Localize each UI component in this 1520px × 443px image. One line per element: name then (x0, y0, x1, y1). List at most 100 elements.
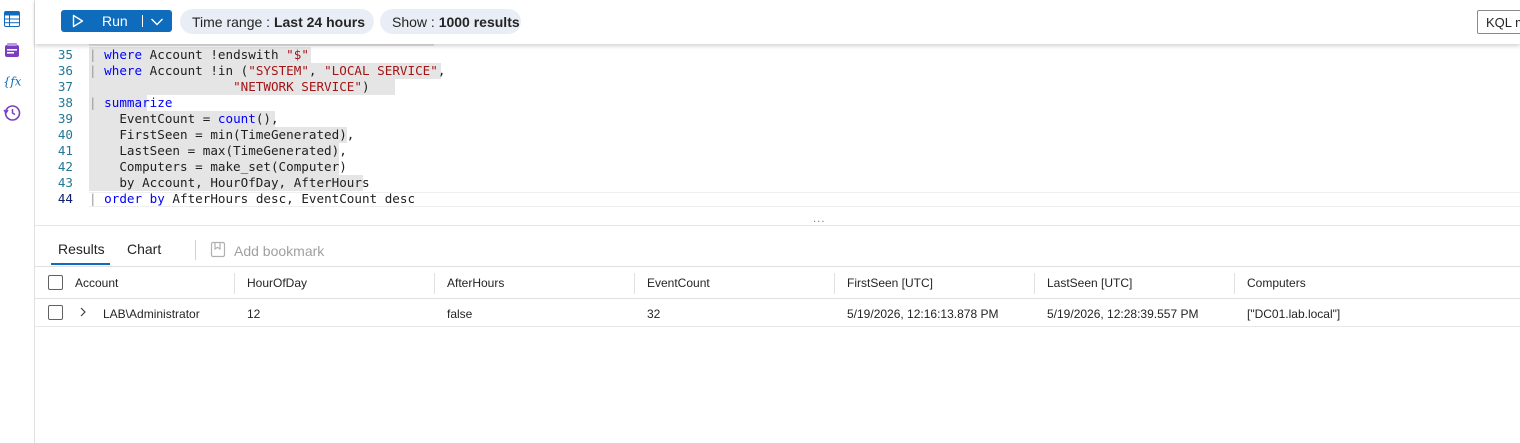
line-number: 37 (57, 79, 73, 94)
column-divider[interactable] (1034, 273, 1035, 294)
show-value: 1000 results (438, 13, 520, 30)
tab-chart[interactable]: Chart (127, 241, 161, 257)
line-number: 44 (57, 191, 73, 206)
add-bookmark-button[interactable]: Add bookmark (210, 241, 324, 261)
language-selector[interactable]: KQL m (1477, 10, 1520, 34)
bookmark-icon (210, 241, 226, 261)
code-text: Computers = make_set(Computer) (89, 159, 347, 175)
select-all-checkbox[interactable] (48, 275, 63, 290)
column-divider[interactable] (634, 273, 635, 294)
query-toolbar: Run Time range : Last 24 hours Show : 10… (35, 0, 1520, 44)
code-token: (), (255, 111, 279, 126)
run-button[interactable]: Run (61, 10, 172, 32)
show-label: Show : (392, 13, 435, 30)
code-token: ) (361, 79, 370, 94)
column-header-lastseen[interactable]: LastSeen [UTC] (1047, 276, 1132, 290)
line-number: 40 (57, 127, 73, 142)
column-header-hourofday[interactable]: HourOfDay (247, 276, 307, 290)
query-editor[interactable]: 35 | where Account !endswith "$" 36 | where… (35, 44, 1520, 222)
code-token: order by (104, 191, 173, 206)
cell-firstseen: 5/19/2026, 12:16:13.878 PM (847, 307, 999, 321)
editor-top-line-fragment (89, 44, 434, 46)
table-row[interactable]: LAB\Administrator 12 false 32 5/19/2026,… (35, 299, 1520, 327)
history-icon[interactable] (3, 104, 21, 122)
code-line[interactable]: 43 by Account, HourOfDay, AfterHours (35, 175, 1520, 191)
code-line[interactable]: 42 Computers = make_set(Computer) (35, 159, 1520, 175)
line-number: 36 (57, 63, 73, 78)
column-header-computers[interactable]: Computers (1247, 276, 1306, 290)
code-token: "LOCAL SERVICE" (324, 63, 438, 78)
code-line[interactable]: 35 | where Account !endswith "$" (35, 47, 1520, 63)
column-header-account[interactable]: Account (75, 276, 118, 290)
grid-header: Account HourOfDay AfterHours EventCount … (35, 266, 1520, 299)
code-token: Account !in ( (149, 63, 249, 78)
tab-results[interactable]: Results (58, 241, 105, 257)
line-number: 39 (57, 111, 73, 126)
code-token: Account !endswith (149, 47, 287, 62)
column-header-afterhours[interactable]: AfterHours (447, 276, 504, 290)
code-token: AfterHours desc, EventCount desc (172, 191, 416, 206)
code-token: | (89, 47, 105, 62)
pane-splitter[interactable] (35, 225, 1520, 228)
chevron-down-icon[interactable] (150, 15, 164, 31)
code-token: EventCount = (89, 111, 218, 126)
code-text: by Account, HourOfDay, AfterHours (89, 175, 369, 191)
column-divider[interactable] (234, 273, 235, 294)
code-token: summarize (104, 95, 173, 110)
cell-lastseen: 5/19/2026, 12:28:39.557 PM (1047, 307, 1199, 321)
code-text: EventCount = count(), (89, 111, 279, 127)
code-text: | where Account !in ("SYSTEM", "LOCAL SE… (89, 63, 445, 79)
code-token: where (104, 63, 150, 78)
column-divider[interactable] (834, 273, 835, 294)
code-text: LastSeen = max(TimeGenerated), (89, 143, 347, 159)
line-number: 38 (57, 95, 73, 110)
functions-icon[interactable]: {fx} (3, 72, 21, 90)
code-line[interactable]: 38 | summarize (35, 95, 1520, 111)
column-header-firstseen[interactable]: FirstSeen [UTC] (847, 276, 933, 290)
column-divider[interactable] (434, 273, 435, 294)
tab-results-underline (51, 263, 110, 265)
cell-hourofday: 12 (247, 307, 261, 321)
code-text: | where Account !endswith "$" (89, 47, 309, 63)
queries-icon[interactable] (3, 41, 21, 59)
code-token: Computers = make_set(Computer) (89, 159, 347, 174)
code-text: "NETWORK SERVICE") (89, 79, 370, 95)
code-text: | order by AfterHours desc, EventCount d… (89, 191, 415, 207)
left-rail: {fx} (0, 0, 35, 443)
run-button-label: Run (102, 13, 128, 29)
code-token: , (437, 63, 446, 78)
code-line[interactable]: 44 | order by AfterHours desc, EventCount… (35, 191, 1520, 207)
code-token: FirstSeen = min(TimeGenerated), (89, 127, 355, 142)
tab-divider (195, 240, 196, 260)
code-line[interactable]: 40 FirstSeen = min(TimeGenerated), (35, 127, 1520, 143)
time-range-value: Last 24 hours (273, 13, 365, 30)
column-header-eventcount[interactable]: EventCount (647, 276, 710, 290)
code-token: LastSeen = max(TimeGenerated), (89, 143, 347, 158)
code-line[interactable]: 36 | where Account !in ("SYSTEM", "LOCAL … (35, 63, 1520, 79)
add-bookmark-label: Add bookmark (234, 243, 325, 259)
cell-afterhours: false (447, 307, 473, 321)
code-line[interactable]: 37 "NETWORK SERVICE") (35, 79, 1520, 95)
code-token: | (89, 95, 105, 110)
code-token: | (89, 63, 105, 78)
show-results-picker[interactable]: Show : 1000 results (380, 9, 521, 34)
code-line[interactable]: 39 EventCount = count(), (35, 111, 1520, 127)
code-token: "$" (286, 47, 309, 62)
svg-text:{fx}: {fx} (3, 74, 21, 88)
row-checkbox[interactable] (48, 305, 63, 320)
code-text: FirstSeen = min(TimeGenerated), (89, 127, 354, 143)
run-button-divider (142, 15, 143, 27)
tables-icon[interactable] (3, 10, 21, 28)
play-icon (72, 14, 84, 31)
time-range-picker[interactable]: Time range : Last 24 hours (180, 9, 374, 34)
code-token: "SYSTEM" (248, 63, 309, 78)
code-token: "NETWORK SERVICE" (233, 79, 362, 94)
cell-account: LAB\Administrator (103, 307, 200, 321)
column-divider[interactable] (1234, 273, 1235, 294)
expand-row-chevron-icon[interactable] (78, 305, 88, 322)
code-token: , (308, 63, 325, 78)
code-token: where (104, 47, 150, 62)
line-number: 35 (57, 47, 73, 62)
code-line[interactable]: 41 LastSeen = max(TimeGenerated), (35, 143, 1520, 159)
